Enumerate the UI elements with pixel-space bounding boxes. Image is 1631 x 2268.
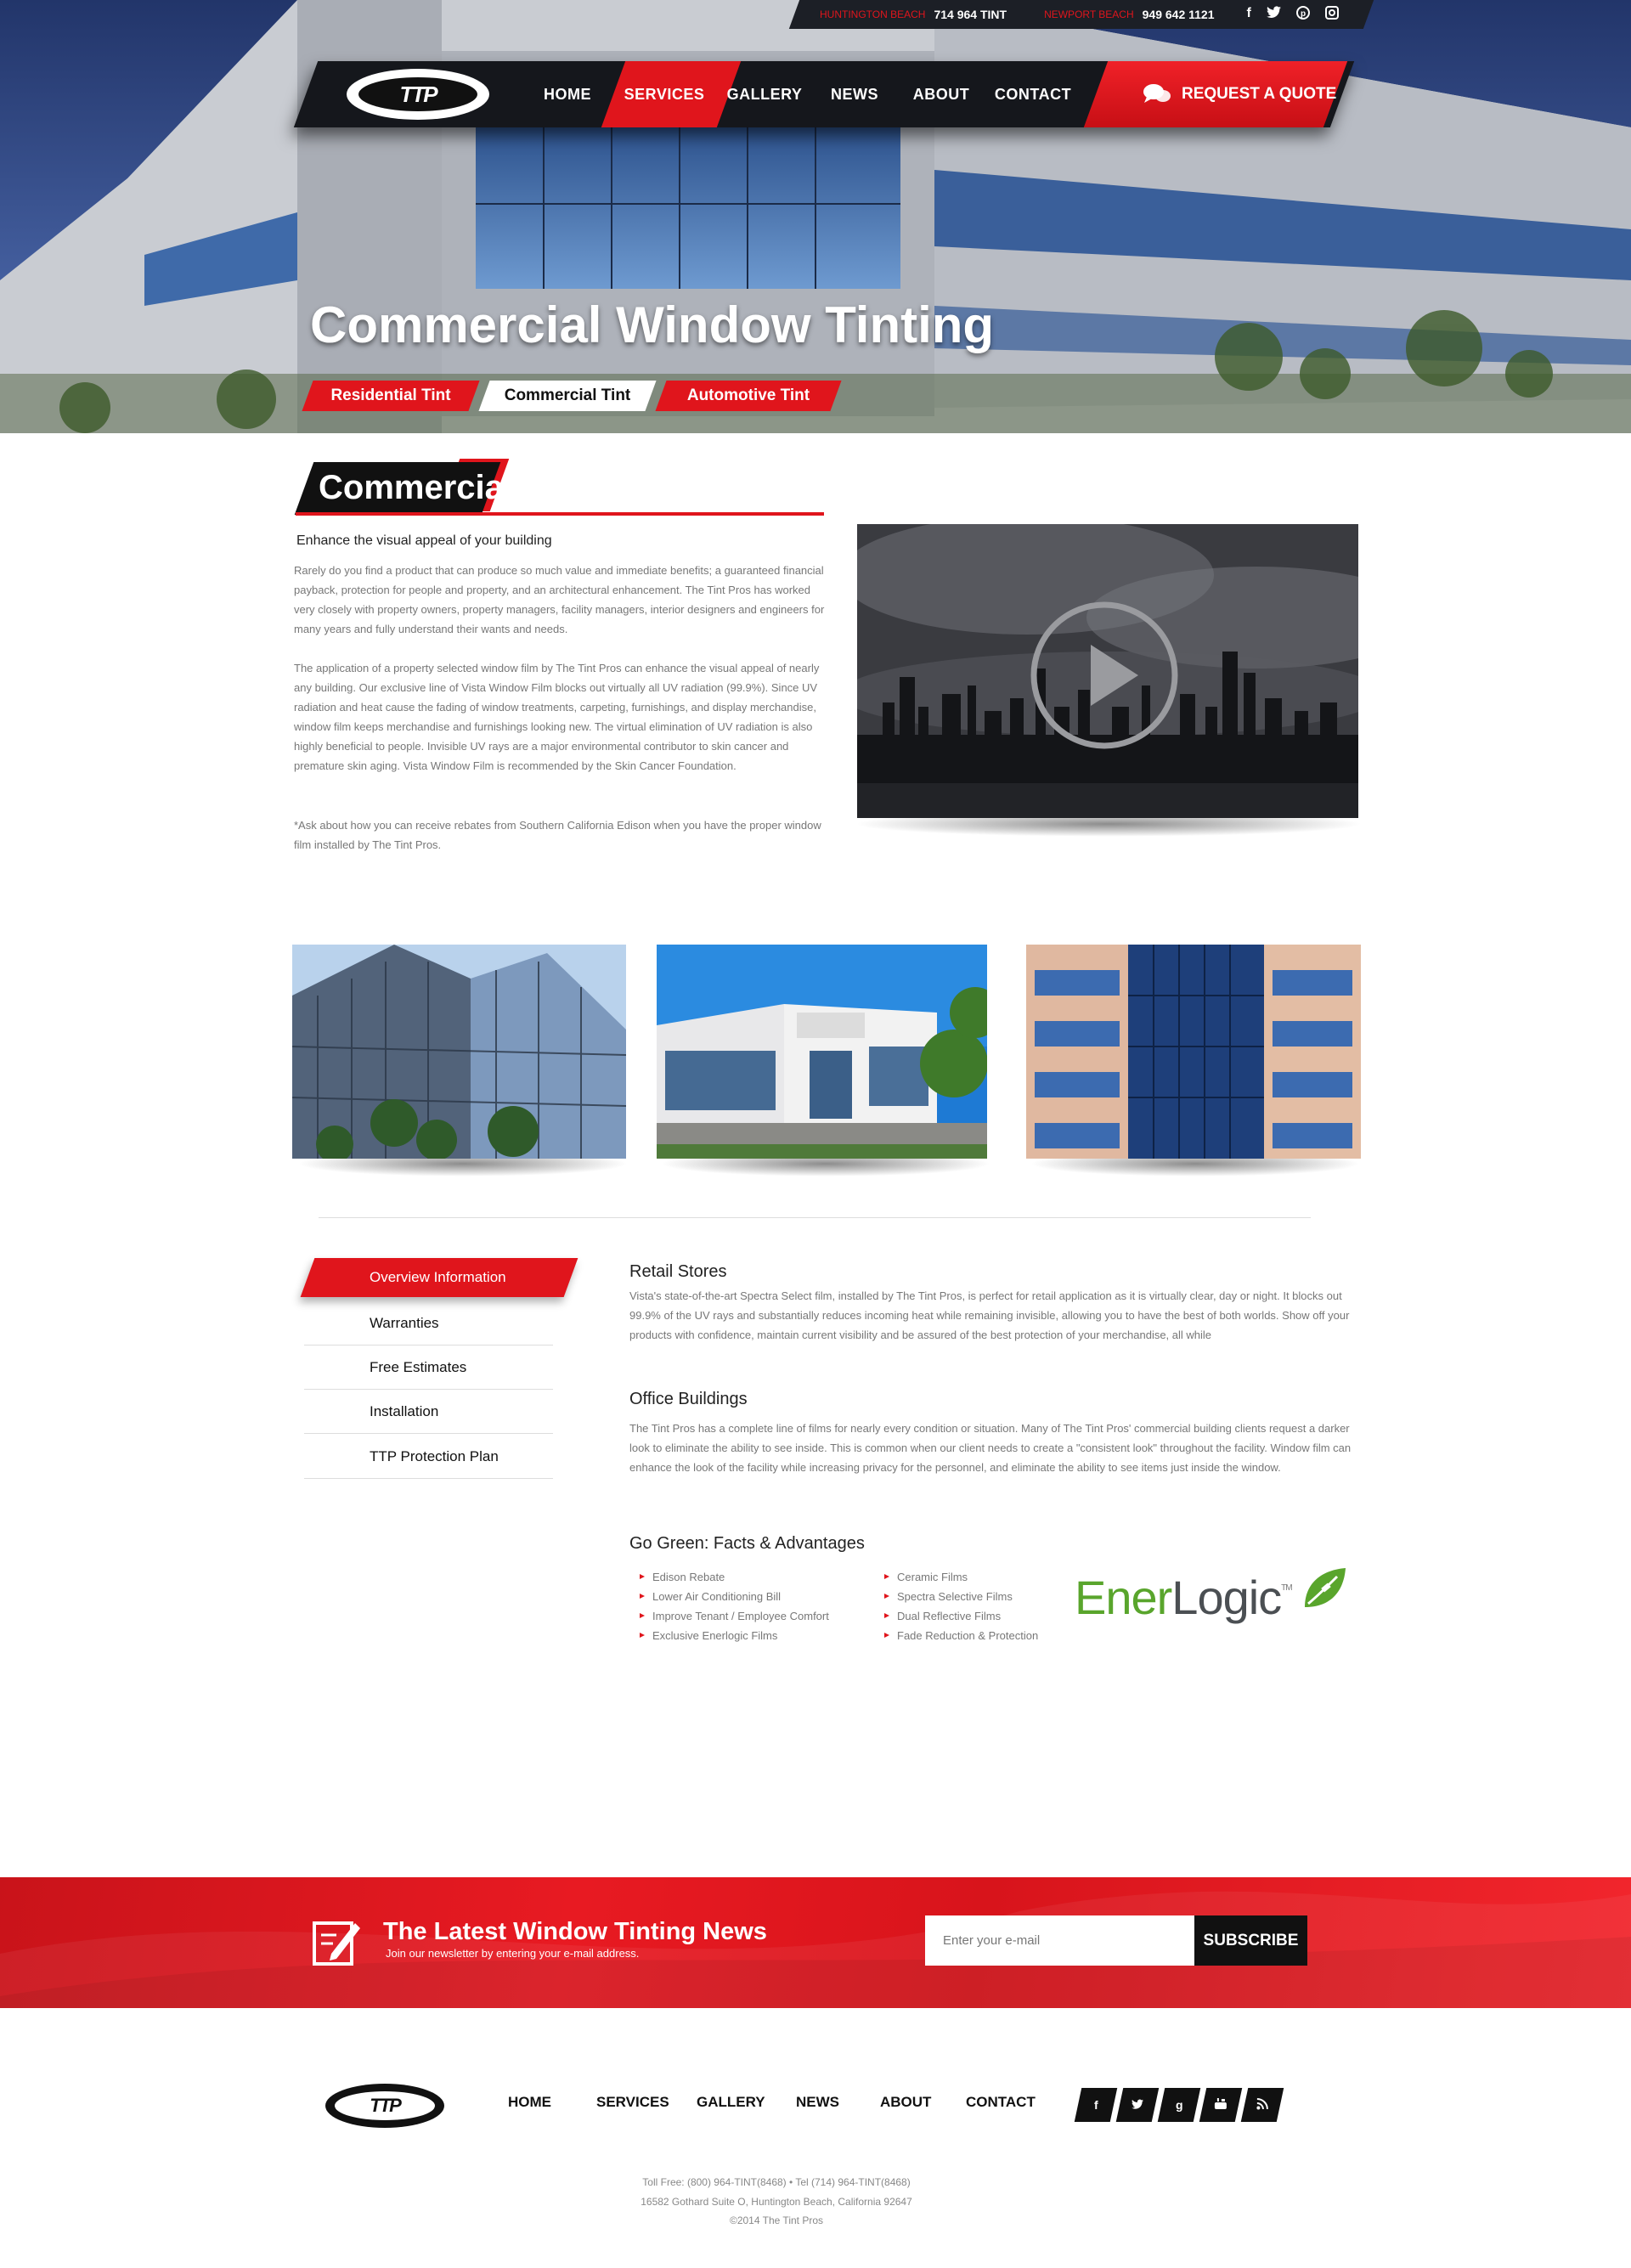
list-item: Exclusive Enerlogic Films	[634, 1626, 829, 1645]
list-item: Ceramic Films	[878, 1567, 1038, 1587]
list-item: Edison Rebate	[634, 1567, 829, 1587]
heading-underline	[296, 512, 824, 516]
video-player[interactable]	[857, 524, 1358, 818]
footer-logo[interactable]: TTP	[325, 2084, 444, 2128]
list-item: Improve Tenant / Employee Comfort	[634, 1606, 829, 1626]
location-newport: NEWPORT BEACH	[1044, 8, 1134, 20]
facebook-icon[interactable]: f	[1247, 6, 1251, 24]
green-facts-list-2: Ceramic Films Spectra Selective Films Du…	[878, 1567, 1038, 1645]
top-contact-info: HUNTINGTON BEACH 714 964 TINT NEWPORT BE…	[820, 0, 1339, 29]
logo-text: TTP	[358, 77, 477, 111]
footer-twitter-icon[interactable]	[1115, 2088, 1160, 2122]
intro-paragraph-2: The application of a property selected w…	[294, 662, 820, 772]
footer-youtube-icon[interactable]	[1199, 2088, 1243, 2122]
list-item: Lower Air Conditioning Bill	[634, 1587, 829, 1606]
footer-nav-services[interactable]: SERVICES	[596, 2094, 669, 2111]
nav-news[interactable]: NEWS	[814, 61, 895, 127]
instagram-icon[interactable]	[1324, 5, 1339, 24]
enerlogic-logic: Logic	[1171, 1571, 1282, 1624]
sidebar-item-protection-plan[interactable]: TTP Protection Plan	[304, 1435, 553, 1479]
footer-nav-news[interactable]: NEWS	[796, 2094, 839, 2111]
newsletter-subtitle: Join our newsletter by entering your e-m…	[386, 1947, 640, 1960]
retail-stores-text: Vista's state-of-the-art Spectra Select …	[629, 1289, 1350, 1341]
site-logo[interactable]: TTP	[347, 69, 489, 120]
nav-services[interactable]: SERVICES	[624, 61, 705, 127]
footer-nav-gallery[interactable]: GALLERY	[697, 2094, 765, 2111]
footer-address-line: 16582 Gothard Suite O, Huntington Beach,…	[641, 2196, 912, 2208]
footer-logo-text: TTP	[335, 2091, 435, 2120]
section-heading: Commercial	[319, 469, 513, 506]
footer-nav-about[interactable]: ABOUT	[880, 2094, 931, 2111]
sidebar-item-warranties[interactable]: Warranties	[304, 1301, 553, 1346]
footer-facebook-icon[interactable]: f	[1074, 2088, 1118, 2122]
office-buildings-heading: Office Buildings	[629, 1390, 748, 1408]
newsletter-email-input[interactable]	[925, 1915, 1194, 1966]
newsletter-background-art	[0, 1891, 1631, 2008]
sidebar-item-installation[interactable]: Installation	[304, 1390, 553, 1434]
request-quote-text: REQUEST A QUOTE	[1182, 85, 1337, 103]
tab-automotive-tint[interactable]: Automotive Tint	[661, 381, 836, 411]
subscribe-button[interactable]: SUBSCRIBE	[1194, 1915, 1307, 1966]
request-quote-label[interactable]: REQUEST A QUOTE	[1143, 61, 1336, 127]
photo-glass-office-tower	[292, 945, 626, 1159]
nav-gallery[interactable]: GALLERY	[724, 61, 805, 127]
footer-nav-home[interactable]: HOME	[508, 2094, 551, 2111]
tab-residential-tint[interactable]: Residential Tint	[308, 381, 474, 411]
enerlogic-tm: TM	[1281, 1583, 1292, 1593]
green-facts-list-1: Edison Rebate Lower Air Conditioning Bil…	[634, 1567, 829, 1645]
list-item: Dual Reflective Films	[878, 1606, 1038, 1626]
tab-commercial-tint[interactable]: Commercial Tint	[484, 381, 651, 411]
go-green-heading: Go Green: Facts & Advantages	[629, 1534, 865, 1553]
newsletter-edit-icon	[313, 1921, 360, 1966]
footer-phone-line: Toll Free: (800) 964-TINT(8468) • Tel (7…	[642, 2176, 911, 2188]
hero-title: Commercial Window Tinting	[310, 296, 995, 353]
footer-nav-contact[interactable]: CONTACT	[966, 2094, 1036, 2111]
newsletter-title: The Latest Window Tinting News	[383, 1918, 767, 1945]
intro-paragraph-1: Rarely do you find a product that can pr…	[294, 564, 825, 635]
office-buildings-text: The Tint Pros has a complete line of fil…	[629, 1422, 1352, 1474]
sidebar-item-free-estimates[interactable]: Free Estimates	[304, 1346, 553, 1390]
play-icon[interactable]	[1030, 601, 1179, 750]
pinterest-icon[interactable]: p	[1295, 5, 1310, 24]
retail-stores-heading: Retail Stores	[629, 1262, 727, 1281]
svg-text:p: p	[1301, 9, 1306, 19]
enerlogic-logo: EnerLogicTM	[1075, 1570, 1293, 1625]
photo-tiered-office-facade	[1026, 945, 1361, 1159]
section-divider	[319, 1217, 1311, 1218]
footer-googleplus-icon[interactable]: g	[1157, 2088, 1201, 2122]
list-item: Spectra Selective Films	[878, 1587, 1038, 1606]
footer-rss-icon[interactable]	[1240, 2088, 1284, 2122]
chat-bubbles-icon	[1143, 84, 1171, 103]
sidebar-item-overview[interactable]: Overview Information	[304, 1258, 553, 1297]
leaf-plug-icon	[1305, 1568, 1346, 1607]
nav-contact[interactable]: CONTACT	[992, 61, 1074, 127]
phone-huntington[interactable]: 714 964 TINT	[934, 8, 1007, 21]
nav-about[interactable]: ABOUT	[900, 61, 982, 127]
photo-white-office-building	[657, 945, 987, 1159]
twitter-icon[interactable]	[1266, 5, 1281, 24]
intro-paragraph-3: *Ask about how you can receive rebates f…	[294, 819, 821, 851]
intro-subheading: Enhance the visual appeal of your buildi…	[296, 533, 552, 548]
enerlogic-ener: Ener	[1075, 1571, 1172, 1624]
footer-copyright: ©2014 The Tint Pros	[729, 2214, 823, 2226]
newsletter-band	[0, 1877, 1631, 2008]
location-huntington: HUNTINGTON BEACH	[820, 8, 926, 20]
phone-newport[interactable]: 949 642 1121	[1143, 8, 1215, 21]
nav-home[interactable]: HOME	[527, 61, 608, 127]
list-item: Fade Reduction & Protection	[878, 1626, 1038, 1645]
top-social-icons: f p	[1247, 5, 1339, 24]
